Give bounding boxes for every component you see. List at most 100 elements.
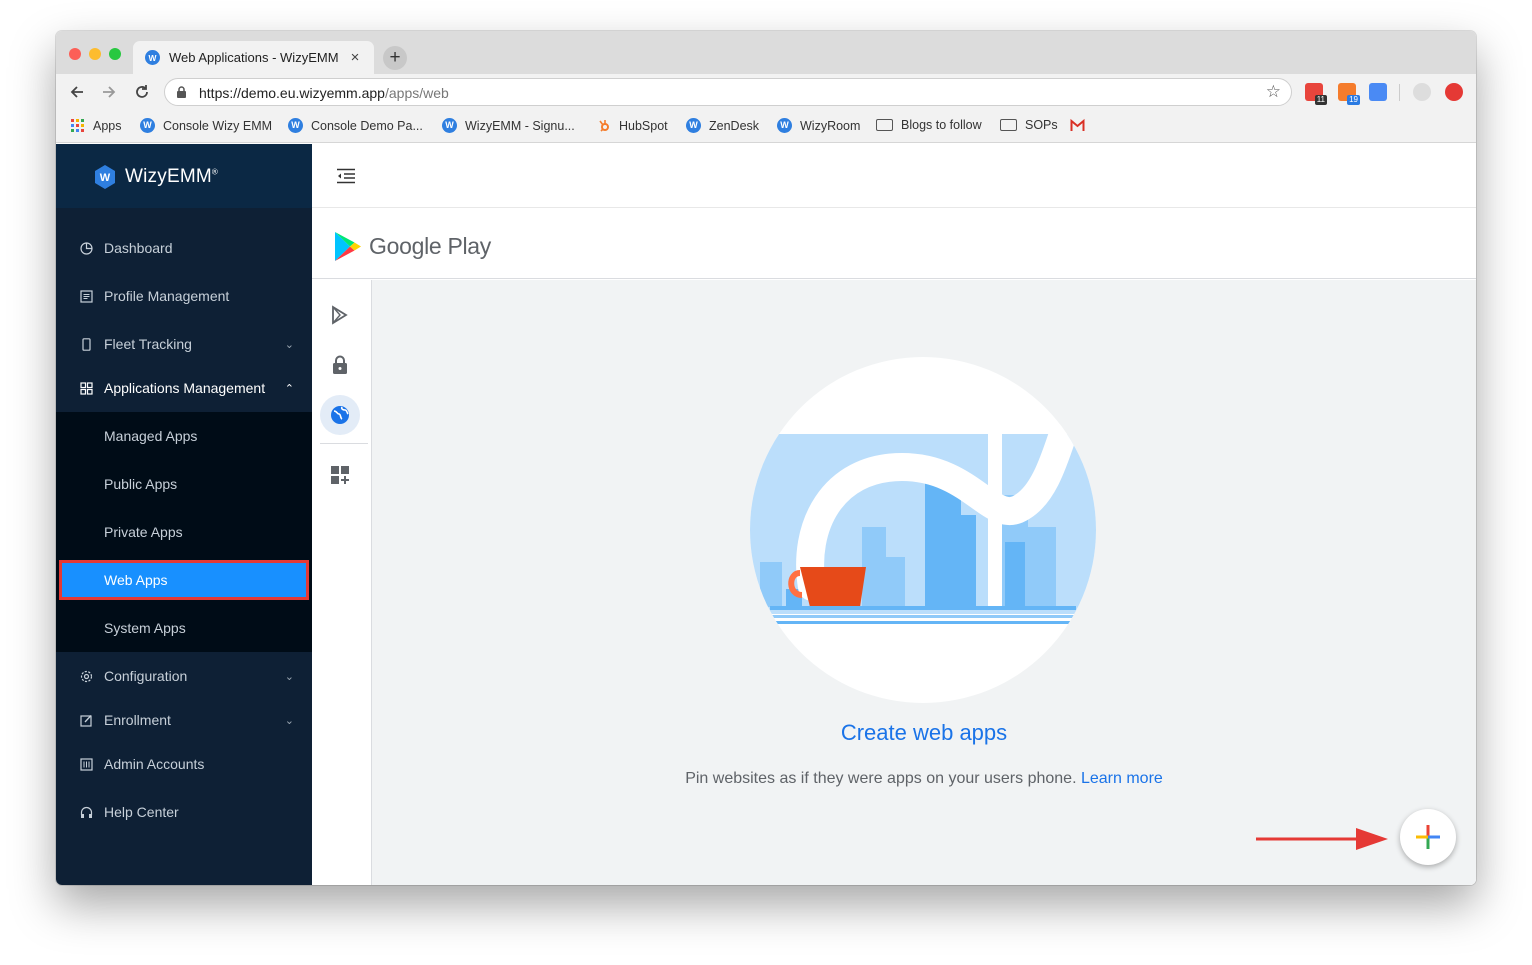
bookmark-label: SOPs — [1025, 118, 1058, 132]
bookmark-wizyroom[interactable]: W WizyRoom — [777, 118, 860, 133]
bookmark-sops[interactable]: SOPs — [1000, 118, 1058, 132]
bookmark-gmail[interactable] — [1070, 118, 1093, 133]
hubspot-extension-icon[interactable]: 19 — [1338, 83, 1360, 105]
sidebar-item-system-apps[interactable]: System Apps — [56, 608, 312, 648]
gear-icon — [80, 670, 93, 682]
applications-submenu: Managed Apps Public Apps Private Apps We… — [56, 412, 312, 652]
tab-bar: W Web Applications - WizyEMM × + — [56, 31, 1476, 74]
sidebar-item-help-center[interactable]: Help Center — [56, 790, 312, 834]
back-button[interactable] — [65, 80, 89, 104]
reload-button[interactable] — [130, 80, 154, 104]
bookmark-hubspot[interactable]: HubSpot — [596, 118, 668, 133]
sidebar-item-configuration[interactable]: Configuration ⌄ — [56, 654, 312, 698]
browser-tab[interactable]: W Web Applications - WizyEMM × — [133, 41, 374, 74]
apps-grid-icon — [71, 119, 84, 132]
sidebar-item-applications-management[interactable]: Applications Management ⌃ — [56, 366, 312, 410]
organize-apps-button[interactable] — [320, 455, 360, 495]
wizy-icon: W — [288, 118, 303, 133]
forward-button[interactable] — [97, 80, 121, 104]
google-play-logo-icon — [335, 232, 361, 261]
add-web-app-button[interactable] — [1400, 809, 1456, 865]
private-apps-button[interactable] — [320, 345, 360, 385]
browser-toolbar: https://demo.eu.wizyemm.app/apps/web ☆ 1… — [56, 74, 1476, 111]
bookmark-console-wizy-emm[interactable]: W Console Wizy EMM — [140, 118, 272, 133]
bookmark-apps[interactable]: Apps — [70, 118, 122, 133]
bookmark-label: WizyRoom — [800, 118, 861, 133]
empty-state-title: Create web apps — [840, 720, 1008, 745]
folder-icon — [1000, 119, 1017, 131]
dashboard-add-icon — [331, 466, 349, 484]
sub-item-label: Managed Apps — [104, 428, 198, 444]
sidebar-item-fleet-tracking[interactable]: Fleet Tracking ⌄ — [56, 322, 312, 366]
play-store-icon — [332, 305, 348, 325]
bookmark-label: Console Wizy EMM — [163, 118, 273, 133]
new-tab-button[interactable]: + — [383, 46, 407, 70]
sub-item-label: Web Apps — [104, 572, 168, 588]
sidebar-item-label: Fleet Tracking — [104, 336, 192, 352]
close-window-button[interactable] — [69, 48, 81, 60]
sub-item-label: Private Apps — [104, 524, 183, 540]
toolbar-divider — [1399, 84, 1400, 101]
chevron-down-icon: ⌄ — [284, 338, 294, 351]
bookmarks-bar: Apps W Console Wizy EMM W Console Demo P… — [56, 111, 1476, 143]
tab-close-icon[interactable]: × — [348, 49, 362, 66]
bookmark-star-icon[interactable]: ☆ — [1266, 82, 1281, 102]
minimize-window-button[interactable] — [89, 48, 101, 60]
pie-chart-icon — [80, 241, 93, 255]
profile-extension-icon[interactable] — [1413, 83, 1431, 101]
hubspot-icon — [599, 120, 609, 132]
back-arrow-icon — [70, 86, 83, 98]
gmail-icon — [1070, 118, 1085, 131]
empty-state-description: Pin websites as if they were apps on you… — [372, 770, 1476, 788]
sidebar-item-enrollment[interactable]: Enrollment ⌄ — [56, 698, 312, 742]
sidebar-item-label: Configuration — [104, 668, 188, 684]
sidebar-item-label: Admin Accounts — [104, 756, 205, 772]
headset-icon — [80, 806, 93, 818]
bookmark-console-demo[interactable]: W Console Demo Pa... — [288, 118, 423, 133]
sidebar-item-public-apps[interactable]: Public Apps — [56, 464, 312, 504]
sidebar-item-profile-management[interactable]: Profile Management — [56, 274, 312, 318]
page-content: W WizyEMM® Dashboard Profile Management … — [56, 144, 1476, 885]
bookmark-zendesk[interactable]: W ZenDesk — [686, 118, 759, 133]
chevron-down-icon: ⌄ — [284, 670, 294, 683]
play-nav-rail — [312, 280, 372, 885]
play-search-button[interactable] — [320, 295, 360, 335]
extension-badge: 11 — [1314, 95, 1327, 105]
sidebar-item-admin-accounts[interactable]: Admin Accounts — [56, 742, 312, 786]
menu-fold-icon[interactable] — [336, 168, 356, 184]
brand-text: WizyEMM — [125, 166, 212, 187]
wizy-favicon-icon: W — [145, 50, 160, 65]
learn-more-link[interactable]: Learn more — [1081, 770, 1163, 787]
maximize-window-button[interactable] — [109, 48, 121, 60]
web-apps-button[interactable] — [320, 395, 360, 435]
url-host: https://demo.eu.wizyemm.app — [199, 85, 385, 101]
brand-header[interactable]: W WizyEMM® — [56, 144, 312, 208]
bookmark-blogs-to-follow[interactable]: Blogs to follow — [876, 118, 982, 132]
google-play-title: Google Play — [369, 233, 491, 259]
brand-name: WizyEMM® — [125, 166, 218, 188]
sidebar-item-web-apps[interactable]: Web Apps — [59, 560, 309, 600]
sidebar-item-private-apps[interactable]: Private Apps — [56, 512, 312, 552]
tab-title: Web Applications - WizyEMM — [169, 50, 339, 65]
sidebar-item-label: Profile Management — [104, 288, 230, 304]
bookmark-wizyemm-signup[interactable]: W WizyEMM - Signu... — [442, 118, 575, 133]
chevron-down-icon: ⌄ — [284, 714, 294, 727]
rail-divider — [320, 443, 368, 444]
appstore-icon — [80, 381, 93, 395]
sub-item-label: Public Apps — [104, 476, 178, 492]
url-path: /apps/web — [384, 85, 449, 101]
bookmark-label: WizyEMM - Signu... — [465, 118, 575, 133]
adblock-extension-icon[interactable] — [1445, 83, 1463, 101]
profile-icon — [80, 289, 93, 303]
address-bar[interactable]: https://demo.eu.wizyemm.app/apps/web ☆ — [164, 78, 1292, 106]
sidebar-item-label: Help Center — [104, 804, 179, 820]
mobile-icon — [82, 337, 91, 351]
calendar-extension-icon[interactable]: 11 — [1305, 83, 1327, 105]
sidebar-item-managed-apps[interactable]: Managed Apps — [56, 416, 312, 456]
bookmark-label: ZenDesk — [709, 118, 760, 133]
sidebar-item-dashboard[interactable]: Dashboard — [56, 226, 312, 270]
url-text: https://demo.eu.wizyemm.app/apps/web — [199, 85, 449, 101]
bookmark-label: HubSpot — [619, 118, 668, 133]
translate-extension-icon[interactable] — [1369, 83, 1387, 101]
chevron-up-icon: ⌃ — [284, 382, 294, 395]
